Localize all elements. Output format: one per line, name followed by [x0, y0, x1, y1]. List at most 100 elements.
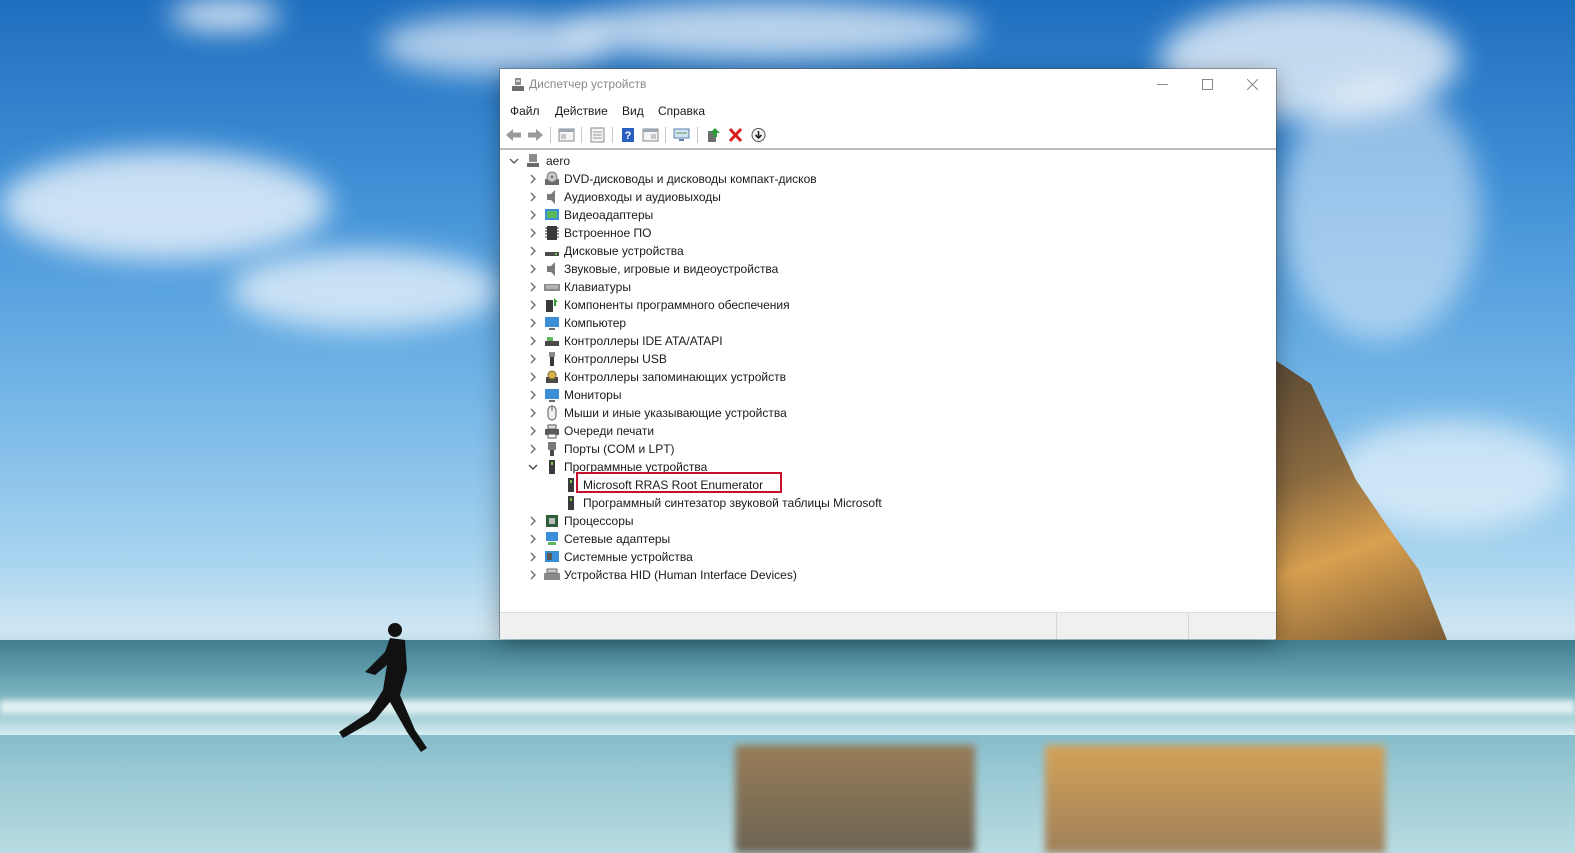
- chevron-right-icon[interactable]: [528, 552, 538, 562]
- chevron-right-icon[interactable]: [528, 210, 538, 220]
- chevron-right-icon[interactable]: [528, 192, 538, 202]
- computer-tree-icon: [527, 154, 539, 167]
- menu-action[interactable]: Действие: [555, 104, 608, 118]
- minimize-icon: [1157, 84, 1168, 85]
- toolbar: ?: [500, 122, 1276, 150]
- processor-icon: [546, 515, 558, 527]
- tree-category[interactable]: Процессоры: [501, 512, 1275, 530]
- chevron-right-icon[interactable]: [528, 372, 538, 382]
- dvd-icon: [545, 171, 559, 185]
- minimize-button[interactable]: [1140, 69, 1186, 101]
- chevron-right-icon[interactable]: [528, 246, 538, 256]
- menu-file[interactable]: Файл: [510, 104, 540, 118]
- category-label: Процессоры: [564, 514, 634, 528]
- tree-root[interactable]: aero: [501, 152, 1275, 170]
- category-label: Мониторы: [564, 388, 622, 402]
- tree-category[interactable]: Компьютер: [501, 314, 1275, 332]
- category-label: Мыши и иные указывающие устройства: [564, 406, 787, 420]
- tree-category[interactable]: Системные устройства: [501, 548, 1275, 566]
- category-label: Видеоадаптеры: [564, 208, 654, 222]
- tree-category[interactable]: Клавиатуры: [501, 278, 1275, 296]
- chevron-right-icon[interactable]: [528, 174, 538, 184]
- category-label: Контроллеры IDE ATA/ATAPI: [564, 334, 723, 348]
- software-device-icon: [549, 460, 555, 474]
- tree-category[interactable]: Сетевые адаптеры: [501, 530, 1275, 548]
- close-icon: [1247, 79, 1258, 90]
- disable-icon[interactable]: [750, 127, 767, 143]
- chevron-down-icon[interactable]: [528, 462, 538, 472]
- chevron-right-icon[interactable]: [528, 318, 538, 328]
- menu-view[interactable]: Вид: [622, 104, 644, 118]
- tree-category[interactable]: Контроллеры запоминающих устройств: [501, 368, 1275, 386]
- chevron-right-icon[interactable]: [528, 516, 538, 526]
- tree-category[interactable]: Аудиовходы и аудиовыходы: [501, 188, 1275, 206]
- display-adapter-icon: [545, 209, 559, 220]
- chevron-right-icon[interactable]: [528, 336, 538, 346]
- chevron-down-icon[interactable]: [509, 156, 519, 166]
- chevron-right-icon[interactable]: [528, 444, 538, 454]
- close-button[interactable]: [1230, 69, 1276, 101]
- forward-icon[interactable]: [527, 127, 544, 143]
- maximize-icon: [1202, 79, 1213, 90]
- chevron-right-icon[interactable]: [528, 408, 538, 418]
- chevron-right-icon[interactable]: [528, 426, 538, 436]
- device-label: Программный синтезатор звуковой таблицы …: [583, 496, 882, 510]
- chevron-right-icon[interactable]: [528, 354, 538, 364]
- tree-category[interactable]: Видеоадаптеры: [501, 206, 1275, 224]
- category-label: DVD-дисководы и дисководы компакт-дисков: [564, 172, 817, 186]
- svg-text:?: ?: [625, 130, 632, 142]
- computer-icon: [545, 317, 559, 330]
- chevron-right-icon[interactable]: [528, 300, 538, 310]
- speaker-icon: [547, 190, 555, 204]
- mouse-icon: [547, 405, 557, 421]
- tree-category[interactable]: Компоненты программного обеспечения: [501, 296, 1275, 314]
- chevron-right-icon[interactable]: [528, 390, 538, 400]
- ide-controller-icon: [545, 337, 559, 346]
- tree-category[interactable]: Порты (COM и LPT): [501, 440, 1275, 458]
- chevron-right-icon[interactable]: [528, 264, 538, 274]
- update-driver-icon[interactable]: [705, 127, 722, 143]
- show-hide-tree-icon[interactable]: [558, 127, 575, 143]
- tree-category[interactable]: Контроллеры IDE ATA/ATAPI: [501, 332, 1275, 350]
- tree-device-item[interactable]: Программный синтезатор звуковой таблицы …: [501, 494, 1275, 512]
- menu-help[interactable]: Справка: [658, 104, 705, 118]
- tree-category[interactable]: Дисковые устройства: [501, 242, 1275, 260]
- category-label: Компоненты программного обеспечения: [564, 298, 790, 312]
- category-label: Аудиовходы и аудиовыходы: [564, 190, 721, 204]
- category-label: Очереди печати: [564, 424, 655, 438]
- tree-category[interactable]: Мониторы: [501, 386, 1275, 404]
- chevron-right-icon[interactable]: [528, 534, 538, 544]
- speaker-icon: [547, 262, 555, 276]
- chevron-right-icon[interactable]: [528, 228, 538, 238]
- status-pane: [1188, 613, 1277, 639]
- device-tree: aero DVD-дисководы и дисководы компакт-д…: [501, 150, 1275, 612]
- tree-category[interactable]: Мыши и иные указывающие устройства: [501, 404, 1275, 422]
- uninstall-icon[interactable]: [727, 127, 744, 143]
- category-label: Системные устройства: [564, 550, 693, 564]
- category-label: Порты (COM и LPT): [564, 442, 675, 456]
- category-label: Контроллеры запоминающих устройств: [564, 370, 786, 384]
- tree-category[interactable]: Контроллеры USB: [501, 350, 1275, 368]
- port-icon: [548, 442, 556, 456]
- title-bar[interactable]: Диспетчер устройств: [500, 69, 1276, 101]
- category-label: Сетевые адаптеры: [564, 532, 671, 546]
- tree-category[interactable]: Очереди печати: [501, 422, 1275, 440]
- tree-category[interactable]: Встроенное ПО: [501, 224, 1275, 242]
- status-pane: [1056, 613, 1188, 639]
- status-bar: [500, 612, 1276, 639]
- tree-category[interactable]: Устройства HID (Human Interface Devices): [501, 566, 1275, 584]
- chevron-right-icon[interactable]: [528, 570, 538, 580]
- tree-category[interactable]: Звуковые, игровые и видеоустройства: [501, 260, 1275, 278]
- maximize-button[interactable]: [1185, 69, 1231, 101]
- help-icon[interactable]: ?: [620, 127, 637, 143]
- properties-icon[interactable]: [589, 127, 606, 143]
- device-manager-window: Диспетчер устройств Файл Действие Вид Сп…: [500, 69, 1276, 639]
- monitor-icon: [545, 389, 559, 402]
- view-icon[interactable]: [642, 127, 659, 143]
- chevron-right-icon[interactable]: [528, 282, 538, 292]
- back-icon[interactable]: [505, 127, 522, 143]
- monitor-scan-icon[interactable]: [673, 127, 690, 143]
- category-label: Звуковые, игровые и видеоустройства: [564, 262, 779, 276]
- tree-category[interactable]: DVD-дисководы и дисководы компакт-дисков: [501, 170, 1275, 188]
- category-label: Контроллеры USB: [564, 352, 667, 366]
